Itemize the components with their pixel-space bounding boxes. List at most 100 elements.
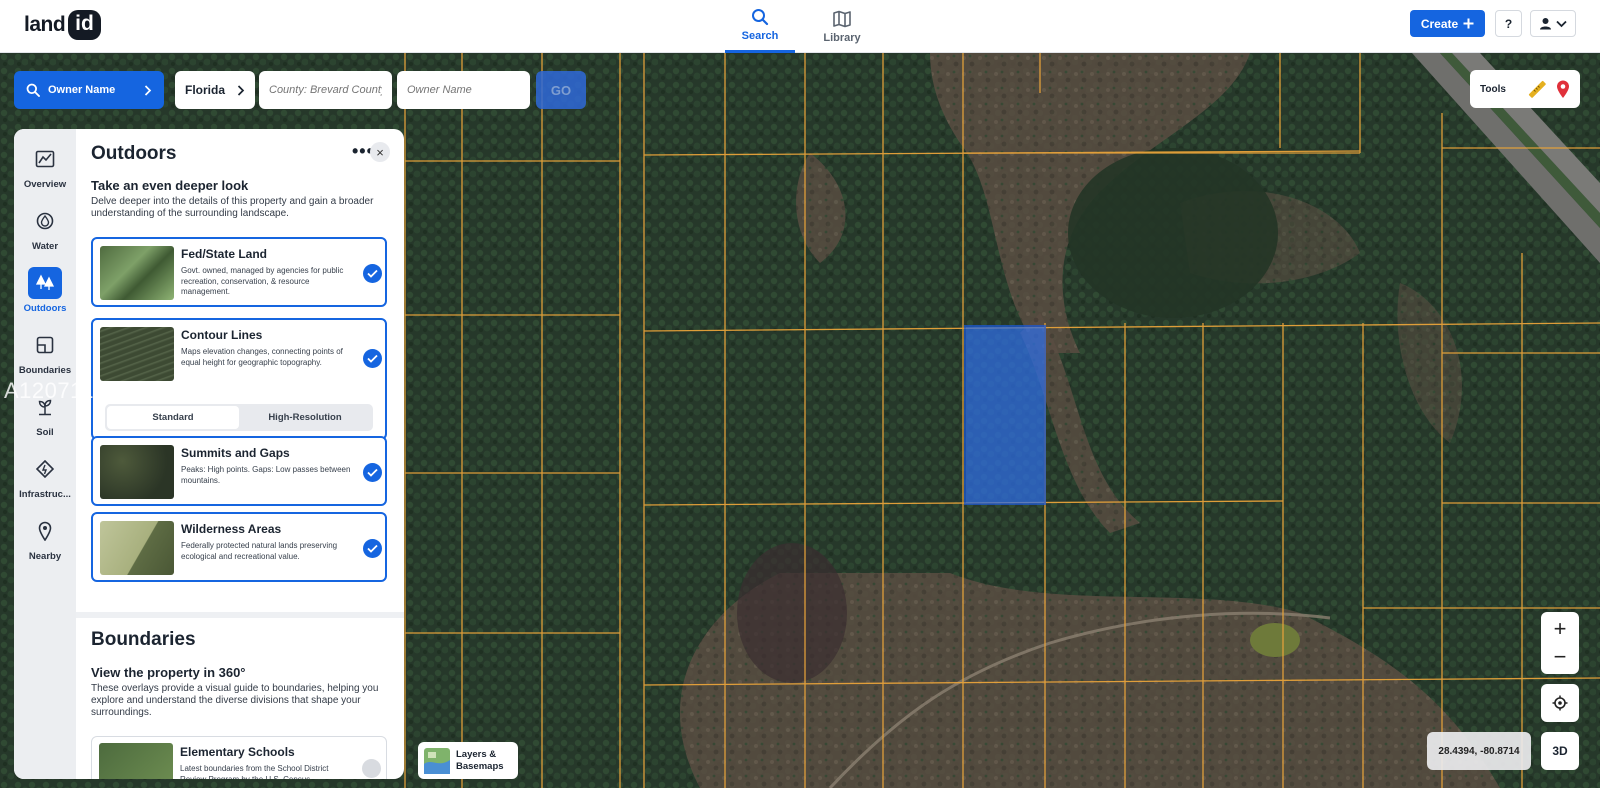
sidebar-item-overview[interactable]: Overview — [14, 143, 76, 199]
3d-toggle-button[interactable]: 3D — [1541, 732, 1579, 770]
sidebar-item-label: Water — [31, 241, 59, 252]
tab-search-label: Search — [741, 30, 779, 42]
sidebar-rail: Overview Water Outdoors Boundaries Soil … — [14, 129, 76, 779]
selected-parcel[interactable] — [964, 325, 1046, 505]
unchecked-icon[interactable] — [362, 759, 381, 778]
chevron-right-icon — [144, 84, 152, 96]
outdoors-description: Delve deeper into the details of this pr… — [91, 196, 374, 219]
layer-description: Peaks: High points. Gaps: Low passes bet… — [181, 465, 351, 485]
sidebar-item-water[interactable]: Water — [14, 205, 76, 261]
landid-logo[interactable]: land id — [24, 8, 101, 42]
sidebar-item-label: Boundaries — [18, 365, 72, 376]
tab-library[interactable]: Library — [807, 0, 877, 53]
sidebar-item-nearby[interactable]: Nearby — [14, 515, 76, 571]
schools-thumbnail — [99, 743, 173, 779]
panel-content: Outdoors ••• × Take an even deeper look … — [76, 129, 404, 779]
checkmark-icon[interactable] — [363, 264, 382, 283]
book-map-icon — [833, 10, 851, 27]
fed-state-thumbnail — [100, 246, 174, 300]
sidebar-item-label: Infrastruc... — [19, 489, 71, 500]
layers-label-line2: Basemaps — [456, 760, 504, 772]
sidebar-item-label: Outdoors — [23, 303, 67, 314]
boundary-icon — [36, 336, 54, 354]
layer-title: Summits and Gaps — [181, 446, 290, 460]
layer-card-elementary-schools[interactable]: Elementary Schools Latest boundaries fro… — [91, 736, 387, 779]
contour-resolution-toggle: Standard High-Resolution — [105, 404, 373, 431]
search-mode-button[interactable]: Owner Name — [14, 71, 164, 109]
user-icon — [1540, 18, 1551, 30]
sidebar-item-label: Nearby — [28, 551, 62, 562]
map-pin-icon[interactable] — [1556, 80, 1570, 99]
chevron-down-icon — [1556, 20, 1567, 27]
contour-thumbnail — [100, 327, 174, 381]
basemap-thumbnail-icon — [424, 747, 450, 774]
ruler-icon[interactable] — [1528, 80, 1546, 98]
close-panel-button[interactable]: × — [370, 142, 390, 162]
boundaries-subtitle: View the property in 360° — [91, 665, 246, 680]
tools-panel: Tools — [1470, 70, 1580, 108]
locate-button[interactable] — [1541, 684, 1579, 722]
owner-name-input[interactable] — [397, 71, 530, 109]
zoom-in-button[interactable]: + — [1541, 615, 1579, 643]
layer-card-wilderness-areas[interactable]: Wilderness Areas Federally protected nat… — [91, 512, 387, 582]
chevron-right-icon — [237, 84, 245, 96]
layer-description: Federally protected natural lands preser… — [181, 541, 338, 561]
option-high-resolution[interactable]: High-Resolution — [239, 406, 371, 429]
checkmark-icon[interactable] — [363, 349, 382, 368]
layer-description: Latest boundaries from the School Distri… — [180, 764, 329, 779]
layers-panel: Overview Water Outdoors Boundaries Soil … — [14, 129, 404, 779]
help-button[interactable]: ? — [1495, 10, 1522, 37]
tab-library-label: Library — [823, 31, 861, 44]
sidebar-item-label: Soil — [36, 427, 54, 438]
top-bar: land id Search Library Create ? — [0, 0, 1600, 53]
layer-card-fed-state-land[interactable]: Fed/State Land Govt. owned, managed by a… — [91, 237, 387, 307]
layer-title: Fed/State Land — [181, 247, 268, 261]
sidebar-item-infrastructure[interactable]: Infrastruc... — [14, 453, 76, 509]
mls-watermark: A12071136 SEFMLS© 2026 — [4, 378, 292, 403]
search-icon — [26, 83, 40, 97]
layers-label-line1: Layers & — [456, 748, 497, 760]
coordinates-readout: 28.4394, -80.8714 — [1427, 732, 1531, 770]
boundaries-description: These overlays provide a visual guide to… — [91, 683, 379, 718]
create-button[interactable]: Create — [1410, 10, 1485, 37]
trees-icon — [35, 274, 55, 290]
plus-icon — [1463, 18, 1474, 29]
logo-word: land — [24, 13, 66, 36]
summits-thumbnail — [100, 445, 174, 499]
sidebar-item-outdoors[interactable]: Outdoors — [14, 267, 76, 323]
search-icon — [752, 9, 769, 26]
layer-card-summits-gaps[interactable]: Summits and Gaps Peaks: High points. Gap… — [91, 436, 387, 506]
checkmark-icon[interactable] — [363, 539, 382, 558]
state-select[interactable]: Florida — [175, 71, 255, 109]
checkmark-icon[interactable] — [363, 463, 382, 482]
water-drop-icon — [36, 212, 54, 230]
wilderness-thumbnail — [100, 521, 174, 575]
section-title-boundaries: Boundaries — [91, 629, 196, 650]
go-button[interactable]: GO — [536, 71, 586, 109]
go-label: GO — [550, 82, 572, 98]
sidebar-item-boundaries[interactable]: Boundaries — [14, 329, 76, 385]
tab-search[interactable]: Search — [725, 0, 795, 53]
pin-icon — [38, 521, 52, 541]
section-divider — [76, 612, 404, 618]
layers-basemaps-button[interactable]: Layers & Basemaps — [418, 742, 518, 779]
state-value: Florida — [185, 83, 226, 97]
account-menu-button[interactable] — [1530, 10, 1576, 37]
create-label: Create — [1420, 16, 1459, 31]
option-standard[interactable]: Standard — [107, 406, 239, 429]
search-mode-label: Owner Name — [48, 84, 116, 96]
map-chart-icon — [35, 150, 55, 168]
layer-title: Contour Lines — [181, 328, 263, 342]
help-label: ? — [1504, 16, 1513, 31]
crosshair-icon — [1552, 695, 1568, 711]
zoom-out-button[interactable]: − — [1541, 643, 1579, 671]
logo-badge: id — [68, 10, 101, 40]
infrastructure-icon — [36, 460, 54, 478]
layer-description: Maps elevation changes, connecting point… — [181, 347, 343, 367]
section-title-outdoors: Outdoors — [91, 143, 177, 164]
zoom-controls: + − — [1541, 612, 1579, 674]
county-input[interactable] — [259, 71, 392, 109]
layer-title: Wilderness Areas — [181, 522, 282, 536]
sidebar-item-label: Overview — [23, 179, 67, 190]
layers-label: Layers & Basemaps — [456, 749, 504, 773]
